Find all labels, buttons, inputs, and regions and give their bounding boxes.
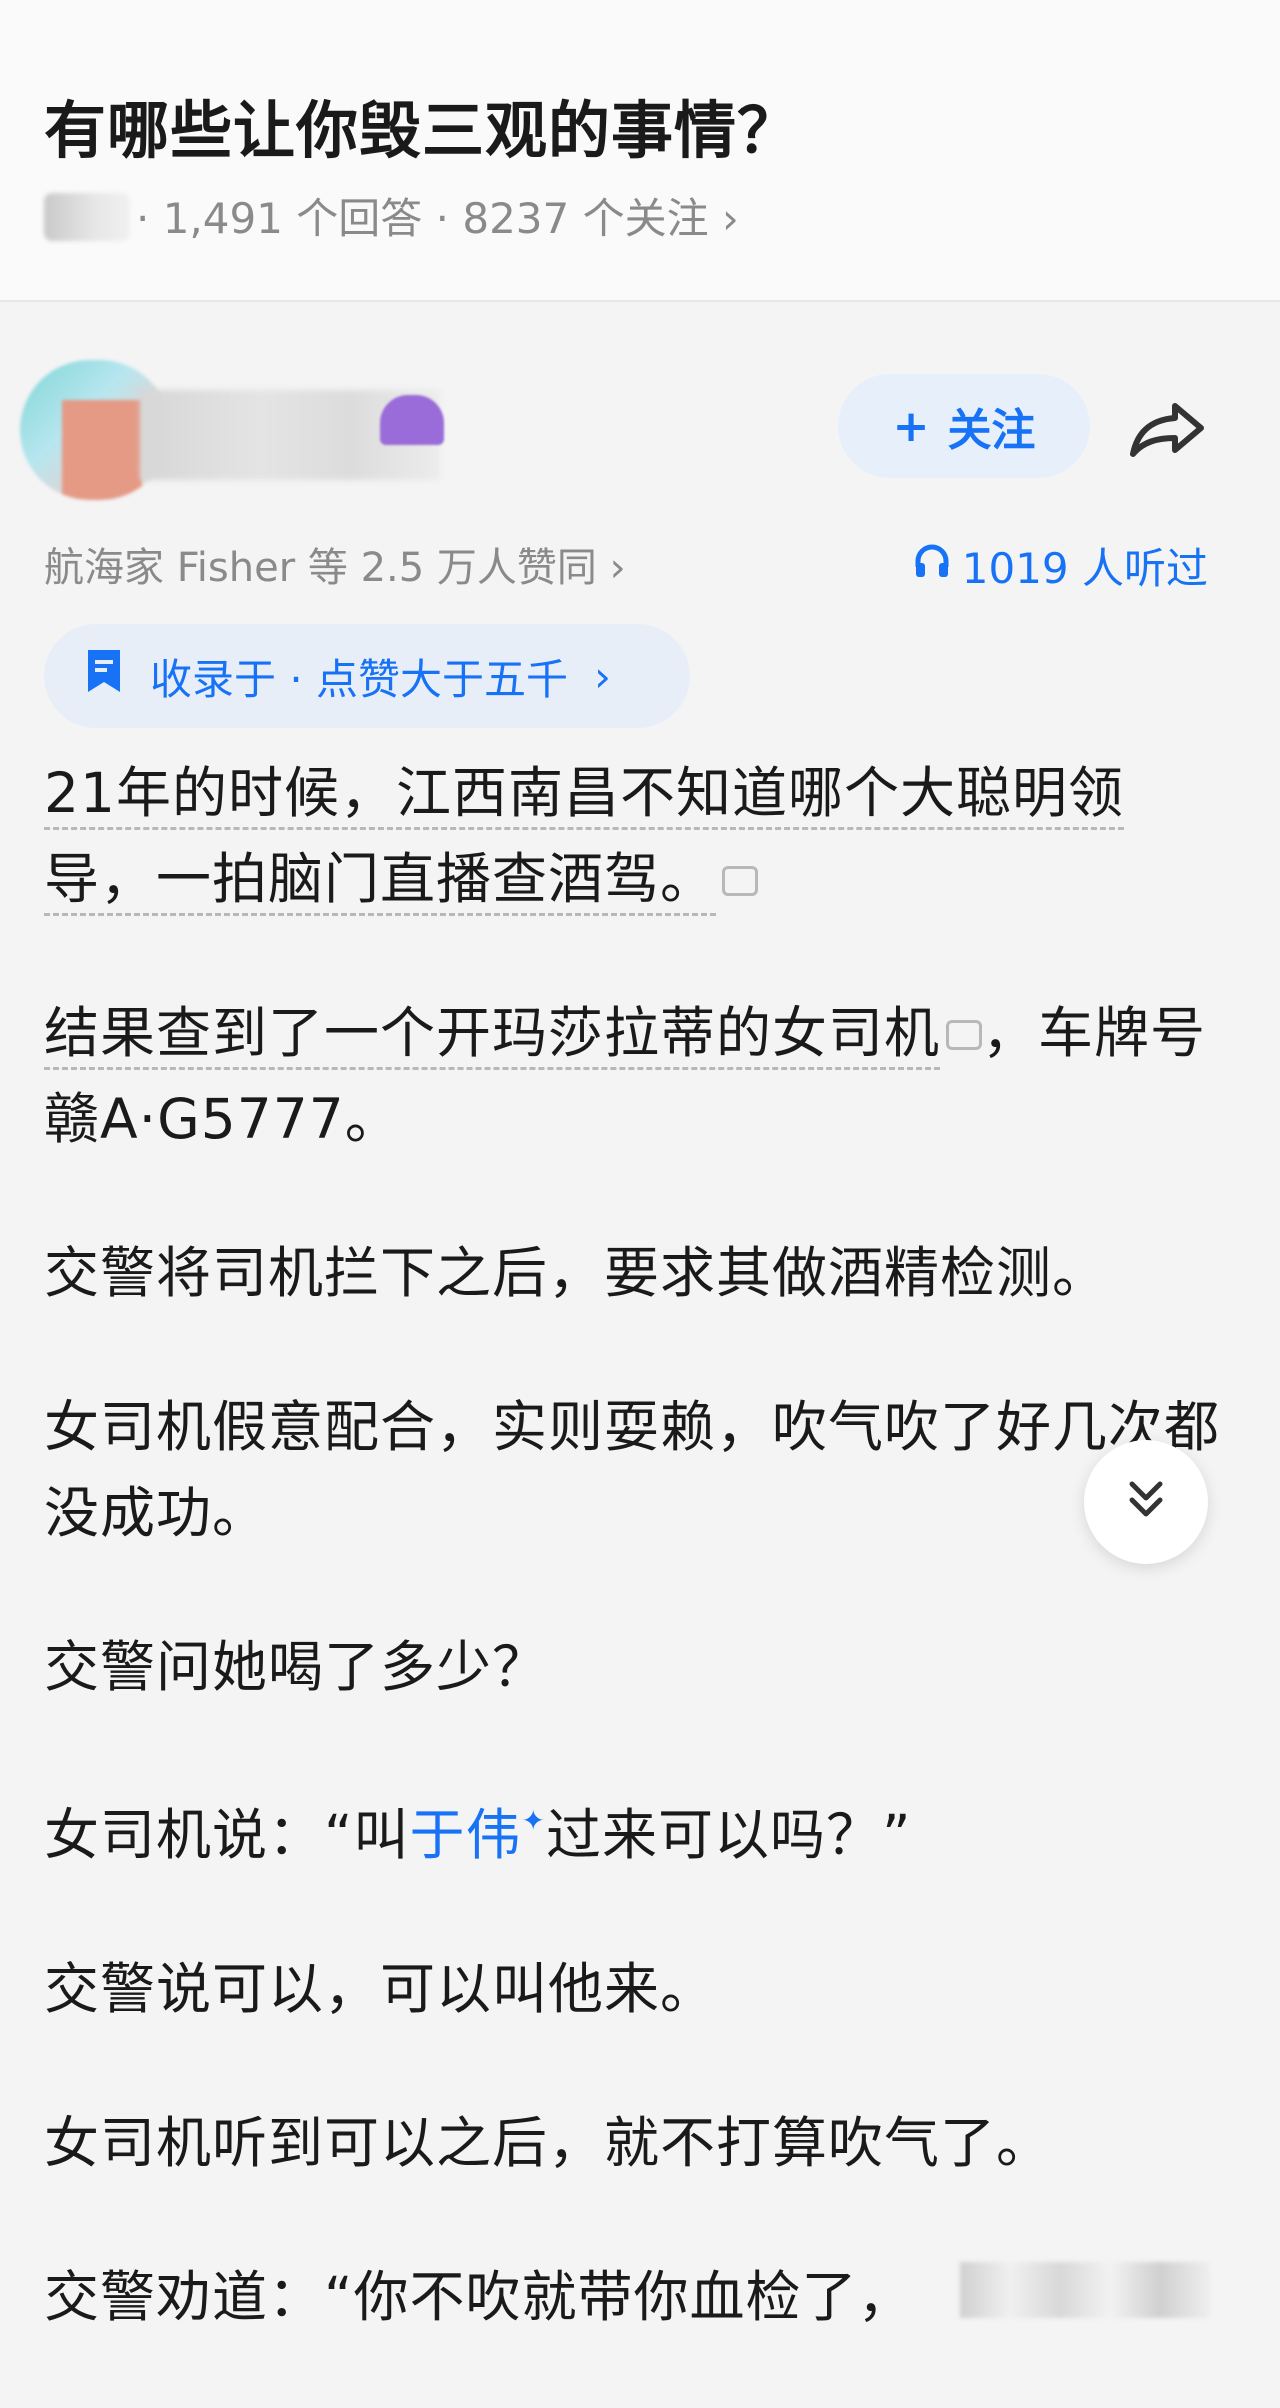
answer-paragraph: 21年的时候，江西南昌不知道哪个大聪明领导，一拍脑门直播查酒驾。 [44, 750, 1234, 922]
answer-text: 结果查到了一个开玛莎拉蒂的女司机 [44, 1001, 941, 1070]
chevron-right-icon: › [594, 651, 611, 701]
author-badge-icon [380, 395, 444, 445]
answer-paragraph: 交警问她喝了多少？ [44, 1635, 549, 1699]
answer-paragraph: 交警将司机拦下之后，要求其做酒精检测。 [44, 1241, 1109, 1305]
answer-text: 过来可以吗？” [545, 1803, 912, 1867]
collection-chip[interactable]: 收录于 · 点赞大于五千 › [44, 624, 690, 728]
question-title[interactable]: 有哪些让你毁三观的事情？ [44, 80, 800, 170]
collection-label: 收录于 · 点赞大于五千 [150, 654, 569, 704]
answer-paragraph: 结果查到了一个开玛莎拉蒂的女司机 ，车牌号赣A·G5777。 [44, 990, 1234, 1162]
comment-icon[interactable] [722, 866, 759, 896]
source-blurred [44, 193, 130, 241]
plus-icon: + [892, 400, 930, 452]
question-header: 有哪些让你毁三观的事情？ · 1,491 个回答 · 8237 个关注 › [0, 0, 1280, 302]
blurred-overlay [960, 2262, 1210, 2318]
comment-icon[interactable] [946, 1020, 983, 1050]
author-row: + 关注 [0, 350, 1280, 510]
answer-paragraph: 交警说可以，可以叫他来。 [44, 1957, 717, 2021]
listen-label: 1019 人听过 [961, 544, 1208, 593]
answer-text: 21年的时候，江西南昌不知道哪个大聪明领导，一拍脑门直播查酒驾。 [44, 761, 1124, 916]
expand-button[interactable] [1084, 1440, 1208, 1564]
follow-button[interactable]: + 关注 [838, 374, 1090, 478]
answer-paragraph: 女司机说：“叫于伟✦过来可以吗？” [44, 1778, 1234, 1878]
endorsement[interactable]: 航海家 Fisher 等 2.5 万人赞同 › [44, 535, 626, 593]
question-meta[interactable]: · 1,491 个回答 · 8237 个关注 › [44, 185, 739, 246]
follow-label: 关注 [947, 405, 1036, 456]
question-stats: · 1,491 个回答 · 8237 个关注 [136, 194, 709, 243]
sparkle-icon: ✦ [521, 1804, 546, 1837]
share-icon[interactable] [1122, 390, 1212, 470]
listen-count[interactable]: 1019 人听过 [912, 535, 1208, 596]
chevron-right-icon: › [721, 194, 739, 243]
bookmark-icon [84, 648, 124, 704]
answer-paragraph: 女司机假意配合，实则耍赖，吹气吹了好几次都没成功。 [44, 1395, 1221, 1545]
answer-content: 21年的时候，江西南昌不知道哪个大聪明领导，一拍脑门直播查酒驾。 结果查到了一个… [44, 750, 1234, 2408]
double-chevron-down-icon [1124, 1478, 1168, 1526]
endorse-row: 航海家 Fisher 等 2.5 万人赞同 › 1019 人听过 [44, 535, 1236, 595]
search-link[interactable]: 于伟 [410, 1803, 522, 1867]
answer-paragraph: 女司机听到可以之后，就不打算吹气了。 [44, 2111, 1053, 2175]
answer-text: 女司机说：“叫 [44, 1803, 410, 1867]
endorse-text: 航海家 Fisher 等 2.5 万人赞同 [44, 545, 597, 591]
chevron-right-icon: › [609, 545, 626, 591]
headphones-icon [912, 541, 952, 591]
